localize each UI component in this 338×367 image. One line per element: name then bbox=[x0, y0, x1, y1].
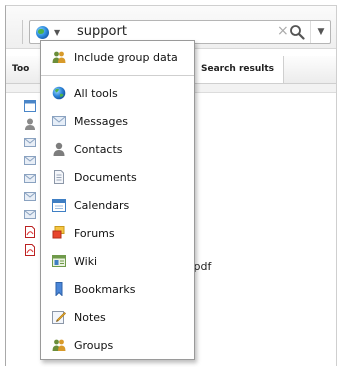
tab-tools[interactable]: Too bbox=[12, 64, 29, 74]
envelope-icon bbox=[24, 192, 36, 201]
menu-item-label: Notes bbox=[74, 311, 106, 324]
search-options-dropdown[interactable]: ▼ bbox=[310, 21, 331, 43]
person-icon bbox=[53, 142, 65, 156]
groups-icon bbox=[52, 339, 66, 351]
include-group-data-option[interactable]: Include group data bbox=[41, 41, 194, 76]
groups-icon bbox=[52, 51, 66, 63]
menu-item-include-group-data[interactable]: Include group data bbox=[41, 45, 194, 71]
search-icon[interactable] bbox=[289, 24, 305, 40]
menu-item-groups[interactable]: Groups bbox=[41, 333, 194, 359]
tab-search-results-label: Search results bbox=[201, 64, 275, 74]
person-icon bbox=[25, 118, 35, 130]
menu-item-all-tools[interactable]: All tools bbox=[41, 81, 194, 107]
pdf-icon bbox=[25, 244, 35, 256]
note-icon bbox=[52, 311, 66, 324]
toolbar-separator bbox=[22, 20, 23, 44]
clear-search-icon[interactable]: × bbox=[277, 23, 289, 39]
envelope-icon bbox=[52, 116, 66, 126]
chevron-down-icon: ▼ bbox=[54, 28, 61, 37]
menu-item-calendars[interactable]: Calendars bbox=[41, 193, 194, 219]
menu-item-contacts[interactable]: Contacts bbox=[41, 137, 194, 163]
search-scope-button[interactable]: ▼ bbox=[34, 24, 64, 41]
menu-item-messages[interactable]: Messages bbox=[41, 109, 194, 135]
envelope-icon bbox=[24, 174, 36, 183]
envelope-icon bbox=[24, 156, 36, 165]
menu-item-bookmarks[interactable]: Bookmarks bbox=[41, 277, 194, 303]
menu-item-label: All tools bbox=[74, 87, 118, 100]
pdf-icon bbox=[25, 226, 35, 238]
bookmark-icon bbox=[55, 282, 63, 296]
menu-item-label: Messages bbox=[74, 115, 128, 128]
menu-item-notes[interactable]: Notes bbox=[41, 305, 194, 331]
menu-item-label: Contacts bbox=[74, 143, 123, 156]
calendar-icon bbox=[52, 199, 66, 212]
calendar-icon bbox=[24, 100, 36, 112]
menu-item-forums[interactable]: Forums bbox=[41, 221, 194, 247]
menu-item-label: Wiki bbox=[74, 255, 98, 268]
menu-item-label: Calendars bbox=[74, 199, 130, 212]
search-input[interactable]: support bbox=[77, 24, 127, 39]
menu-item-label: Include group data bbox=[74, 51, 178, 64]
menu-item-wiki[interactable]: Wiki bbox=[41, 249, 194, 275]
globe-icon bbox=[52, 86, 66, 100]
search-scope-menu: Include group data All tools Messages Co… bbox=[40, 40, 195, 360]
app-window: ▼ support × ▼ Too Search results .pdf In… bbox=[0, 0, 338, 367]
tab-search-results[interactable]: Search results bbox=[188, 56, 284, 83]
globe-icon bbox=[36, 26, 49, 39]
menu-item-label: Documents bbox=[74, 171, 137, 184]
menu-item-documents[interactable]: Documents bbox=[41, 165, 194, 191]
envelope-icon bbox=[24, 138, 36, 147]
menu-item-label: Bookmarks bbox=[74, 283, 136, 296]
menu-item-label: Forums bbox=[74, 227, 115, 240]
wiki-icon bbox=[52, 255, 66, 267]
forum-icon bbox=[52, 226, 65, 239]
menu-item-label: Groups bbox=[74, 339, 114, 352]
envelope-icon bbox=[24, 210, 36, 219]
document-icon bbox=[54, 170, 64, 184]
